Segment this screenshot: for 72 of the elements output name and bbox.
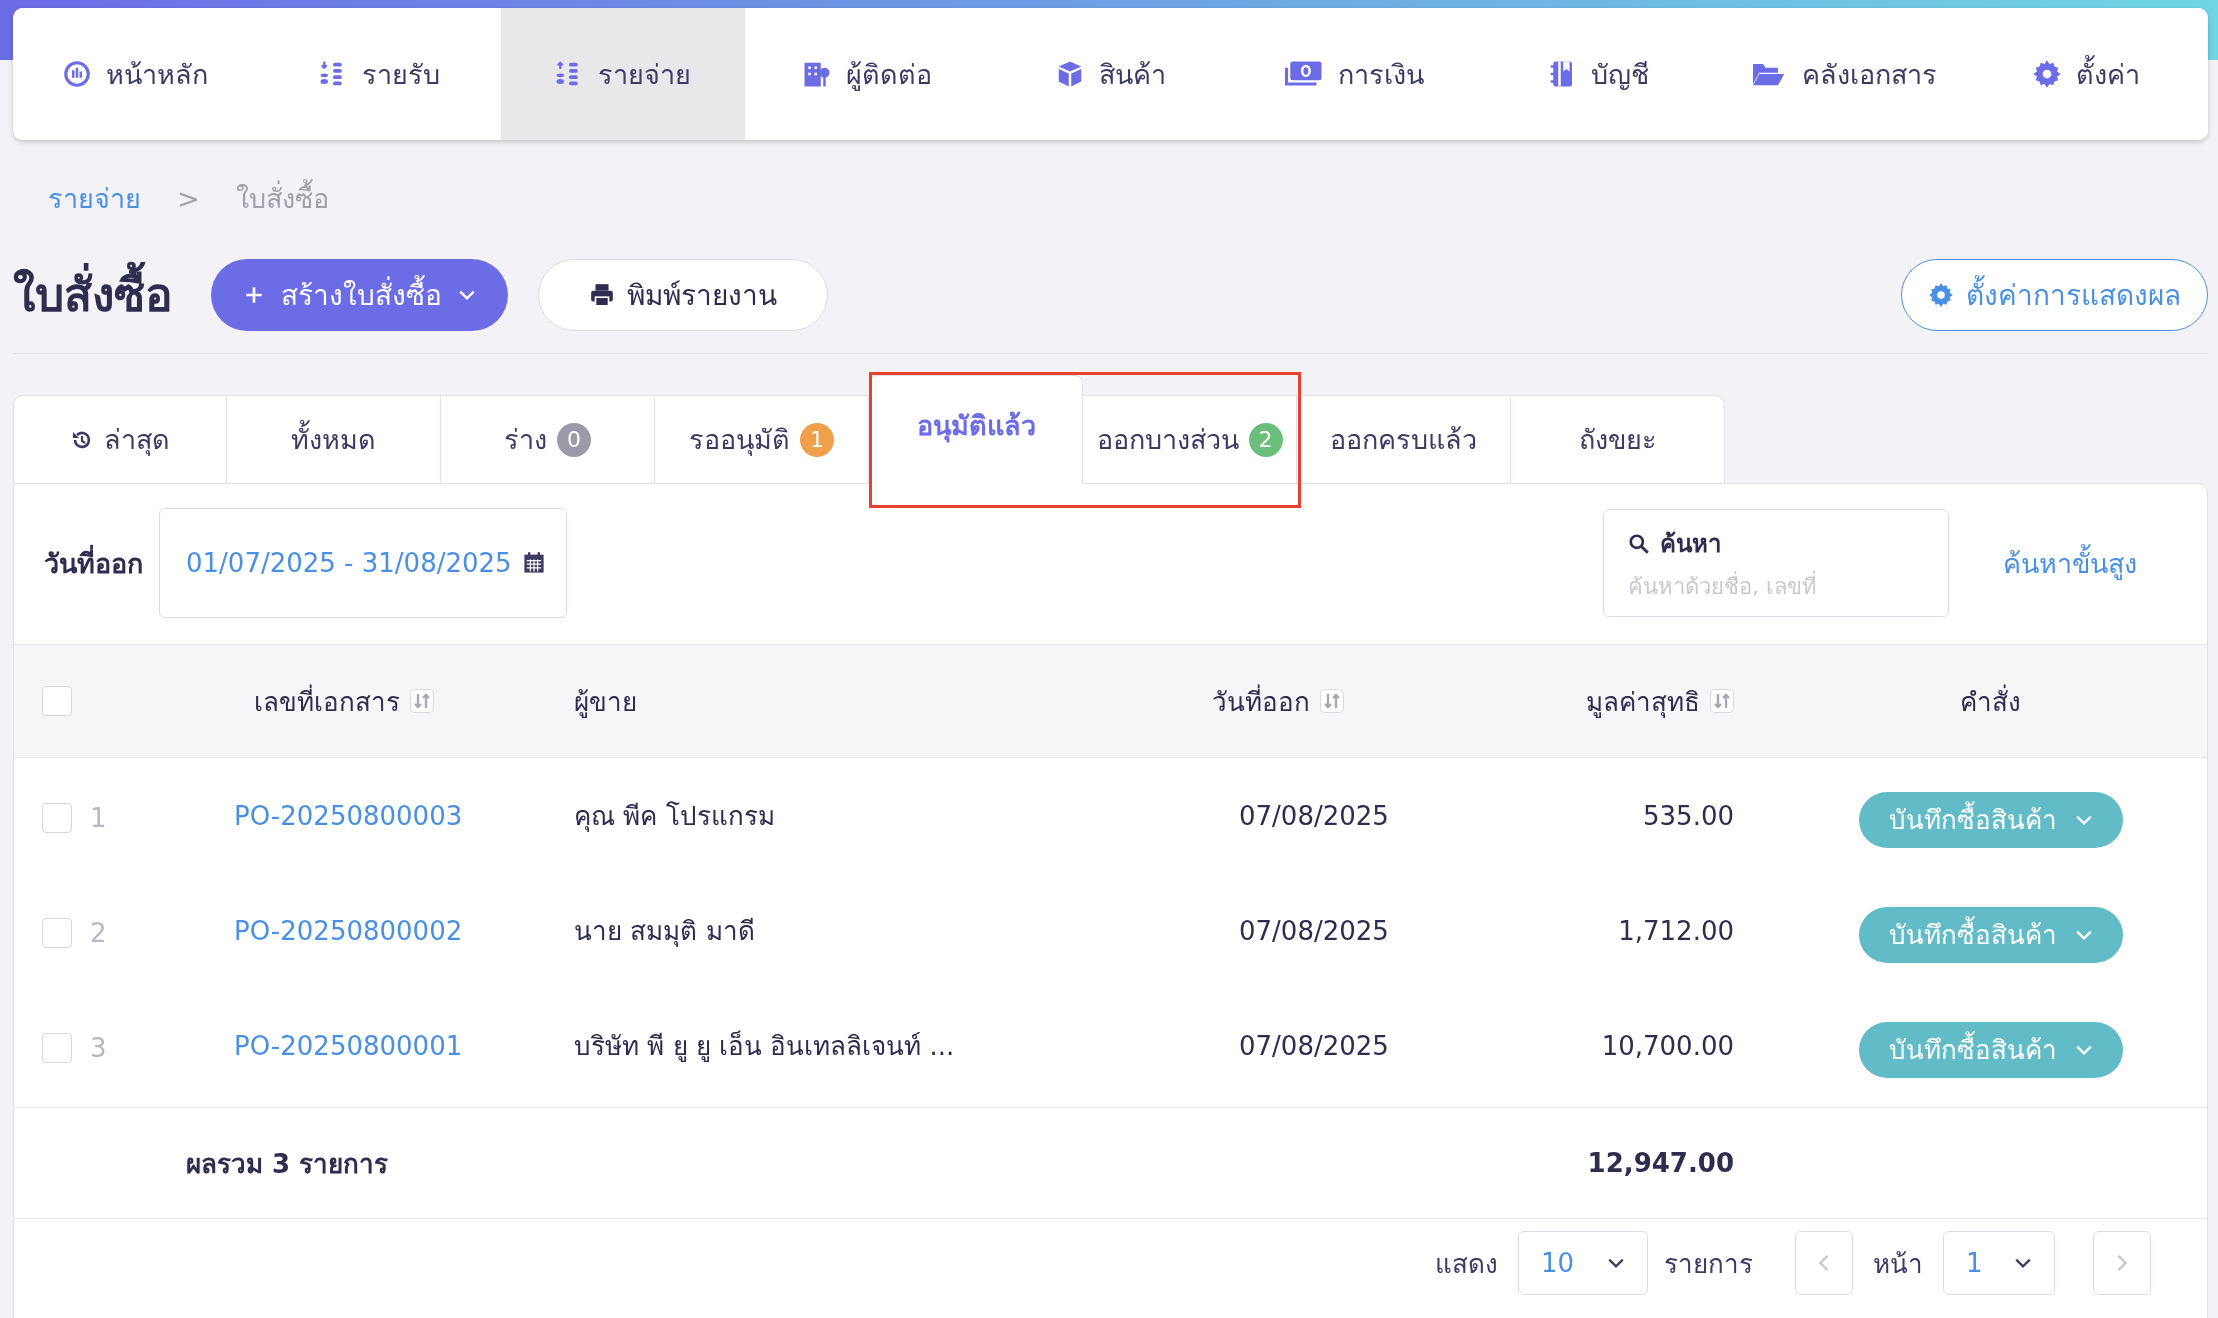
printer-icon — [589, 281, 615, 308]
chevron-right-icon — [2116, 1253, 2128, 1273]
amount-cell: 535.00 — [1643, 800, 1734, 831]
count-badge: 2 — [1248, 422, 1283, 457]
date-cell: 07/08/2025 — [1239, 800, 1389, 831]
status-tab[interactable]: รออนุมัติ 1 — [655, 395, 869, 484]
status-tab[interactable]: อนุมัติแล้ว — [869, 375, 1083, 484]
row-checkbox[interactable] — [42, 1032, 72, 1063]
date-cell: 07/08/2025 — [1239, 915, 1389, 946]
date-cell: 07/08/2025 — [1239, 1030, 1389, 1061]
chevron-down-icon — [2074, 1043, 2093, 1056]
nav-item[interactable]: ผู้ติดต่อ — [744, 8, 989, 140]
nav-item[interactable]: สินค้า — [988, 8, 1233, 140]
nav-item[interactable]: การเงิน — [1232, 8, 1477, 140]
row-checkbox[interactable] — [42, 802, 72, 833]
breadcrumb-current: ใบสั่งซื้อ — [235, 176, 329, 220]
row-number: 2 — [90, 917, 107, 948]
settings-icon — [1928, 281, 1954, 308]
amount-cell: 1,712.00 — [1618, 915, 1734, 946]
count-badge: 0 — [557, 422, 591, 457]
count-badge: 1 — [800, 422, 834, 457]
status-tab[interactable]: ออกครบแล้ว — [1297, 395, 1511, 484]
page-title: ใบสั่งซื้อ — [13, 258, 173, 331]
status-tab[interactable]: ล่าสุด — [13, 395, 227, 484]
nav-item[interactable]: ตั้งค่า — [1964, 8, 2208, 140]
column-label: เลขที่เอกสาร — [254, 683, 400, 719]
row-number: 1 — [90, 802, 107, 833]
previous-page-button[interactable] — [1795, 1231, 1853, 1295]
sort-icon — [410, 689, 434, 713]
print-button[interactable]: พิมพ์รายงาน — [538, 258, 828, 331]
chevron-down-icon — [1607, 1257, 1625, 1269]
date-label: วันที่ออก — [44, 544, 143, 581]
nav-item[interactable]: คลังเอกสาร — [1720, 8, 1965, 140]
row-number: 3 — [90, 1032, 107, 1063]
search-label: ค้นหา — [1660, 529, 1721, 560]
money-icon — [1284, 59, 1325, 89]
unit-label: รายการ — [1664, 1247, 1753, 1281]
chevron-left-icon — [1818, 1253, 1830, 1273]
amount-cell: 10,700.00 — [1601, 1030, 1734, 1061]
status-tab[interactable]: ถังขยะ — [1511, 395, 1725, 484]
chevron-down-icon — [2014, 1257, 2032, 1269]
summary-total: 12,947.00 — [1587, 1148, 1734, 1178]
chevron-down-icon — [2074, 928, 2093, 941]
show-label: แสดง — [1435, 1247, 1498, 1281]
row-checkbox[interactable] — [42, 917, 72, 948]
seller-cell: คุณ พีค โปรแกรม — [574, 801, 775, 831]
column-label: คำสั่ง — [1960, 683, 2021, 719]
seller-cell: บริษัท พี ยู ยู เอ็น อินเทลลิเจนท์ ... — [574, 1031, 955, 1061]
seller-cell: นาย สมมุติ มาดี — [574, 916, 755, 946]
calendar-icon — [521, 551, 546, 575]
next-page-button[interactable] — [2093, 1231, 2151, 1295]
status-tab[interactable]: ร่าง 0 — [441, 395, 655, 484]
status-tab[interactable]: ออกบางส่วน 2 — [1083, 395, 1297, 484]
page-label: หน้า — [1873, 1247, 1923, 1281]
create-button[interactable]: สร้างใบสั่งซื้อ — [211, 258, 508, 331]
summary-label: ผลรวม 3 รายการ — [186, 1148, 389, 1179]
nav-item[interactable]: บัญชี — [1476, 8, 1721, 140]
settings-icon — [2032, 59, 2063, 89]
column-label: วันที่ออก — [1212, 683, 1310, 719]
select-all-checkbox[interactable] — [42, 686, 72, 716]
status-tab[interactable]: ทั้งหมด — [227, 395, 441, 484]
chevron-down-icon — [458, 288, 476, 301]
column-label: มูลค่าสุทธิ — [1586, 685, 1700, 720]
column-label: ผู้ขาย — [574, 685, 637, 720]
nav-item[interactable]: รายจ่าย — [500, 8, 745, 140]
sort-icon — [1320, 689, 1344, 713]
gauge-icon — [61, 59, 92, 89]
nav-item[interactable]: รายรับ — [256, 8, 501, 140]
chevron-down-icon — [2074, 813, 2093, 826]
nav-item[interactable]: หน้าหลัก — [13, 8, 257, 140]
search-icon — [1628, 532, 1650, 555]
breadcrumb-separator: > — [177, 182, 200, 214]
